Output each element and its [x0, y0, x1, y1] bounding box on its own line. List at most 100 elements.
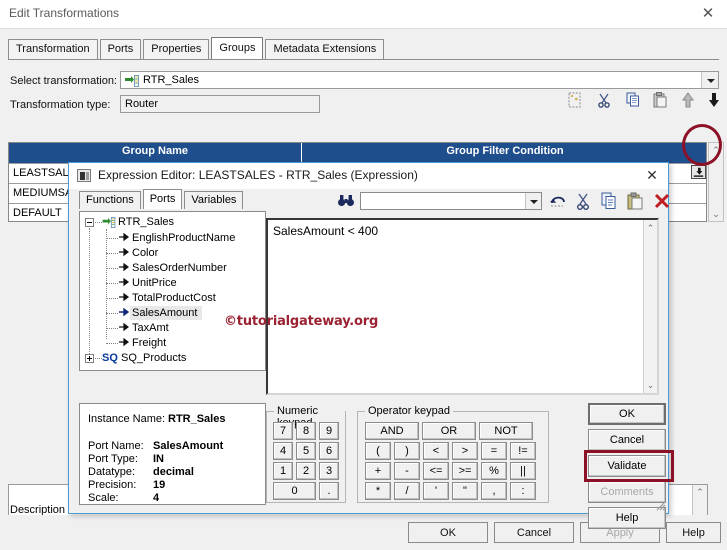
numkey-0[interactable]: 0 — [273, 482, 316, 500]
ports-tree[interactable]: RTR_Sales EnglishProductName Color Sales… — [79, 211, 266, 371]
instance-name-label: Instance Name: — [88, 413, 166, 425]
opkey-less-equal[interactable]: <= — [423, 462, 449, 480]
numkey-6[interactable]: 6 — [319, 442, 339, 460]
paste-icon[interactable] — [625, 191, 645, 211]
opkey-double-quote[interactable]: " — [452, 482, 478, 500]
chevron-down-icon[interactable] — [525, 193, 541, 209]
cut-icon[interactable] — [573, 191, 593, 211]
opkey-equals[interactable]: = — [481, 442, 507, 460]
precision-value: 19 — [153, 479, 166, 491]
tab-variables[interactable]: Variables — [184, 191, 244, 209]
open-expression-editor-icon — [693, 167, 704, 177]
new-icon[interactable] — [566, 91, 584, 109]
window-title: Edit Transformations — [9, 6, 120, 20]
tab-properties[interactable]: Properties — [143, 39, 210, 59]
opkey-not[interactable]: NOT — [479, 422, 533, 440]
tab-functions[interactable]: Functions — [79, 191, 141, 209]
chevron-down-icon[interactable] — [701, 72, 718, 88]
datatype-label: Datatype: — [88, 466, 136, 478]
datatype-value: decimal — [153, 466, 194, 478]
numkey-8[interactable]: 8 — [296, 422, 316, 440]
numkey-2[interactable]: 2 — [296, 462, 316, 480]
opkey-comma[interactable]: , — [481, 482, 507, 500]
expander-collapse-icon[interactable] — [85, 218, 94, 227]
port-type-value: IN — [153, 453, 164, 465]
scroll-up-icon[interactable]: ⌃ — [709, 143, 723, 157]
app-root: Edit Transformations ✕ Transformation Po… — [0, 0, 727, 550]
column-header-group-filter-condition: Group Filter Condition — [446, 145, 564, 157]
dialog-validate-button[interactable]: Validate — [588, 455, 666, 477]
tab-metadata-extensions[interactable]: Metadata Extensions — [265, 39, 385, 59]
copy-icon[interactable] — [624, 91, 642, 109]
transformation-type-field: Router — [120, 95, 320, 113]
numkey-dot[interactable]: . — [319, 482, 339, 500]
find-combo[interactable] — [360, 192, 542, 210]
grid-header: Group Name Group Filter Condition — [9, 143, 706, 163]
numkey-4[interactable]: 4 — [273, 442, 293, 460]
scroll-down-icon[interactable]: ⌄ — [644, 378, 657, 392]
filter-condition-dropdown-button[interactable] — [691, 165, 706, 179]
move-down-icon[interactable] — [705, 91, 723, 109]
opkey-percent[interactable]: % — [481, 462, 507, 480]
opkey-greater-equal[interactable]: >= — [452, 462, 478, 480]
help-button[interactable]: Help — [666, 522, 721, 543]
select-transformation-combo[interactable]: RTR_Sales — [120, 71, 719, 89]
tree-node-label: TaxAmt — [132, 322, 169, 334]
grid-vertical-scrollbar[interactable]: ⌃ ⌄ — [708, 142, 724, 222]
move-up-icon[interactable] — [679, 91, 697, 109]
opkey-not-equals[interactable]: != — [510, 442, 536, 460]
delete-icon[interactable] — [652, 191, 672, 211]
tab-groups[interactable]: Groups — [211, 37, 264, 59]
window-titlebar: Edit Transformations ✕ — [0, 0, 727, 28]
opkey-colon[interactable]: : — [510, 482, 536, 500]
find-binoculars-icon[interactable] — [337, 193, 355, 209]
opkey-greater-than[interactable]: > — [452, 442, 478, 460]
scroll-up-icon[interactable]: ⌃ — [644, 221, 657, 235]
opkey-open-paren[interactable]: ( — [365, 442, 391, 460]
resize-grip-icon[interactable] — [654, 499, 666, 511]
cancel-button[interactable]: Cancel — [494, 522, 574, 543]
ok-button[interactable]: OK — [408, 522, 488, 543]
numkey-9[interactable]: 9 — [319, 422, 339, 440]
select-transformation-value: RTR_Sales — [143, 74, 200, 86]
cut-icon[interactable] — [595, 91, 613, 109]
numkey-1[interactable]: 1 — [273, 462, 293, 480]
opkey-and[interactable]: AND — [365, 422, 419, 440]
copy-icon[interactable] — [599, 191, 619, 211]
tab-transformation[interactable]: Transformation — [8, 39, 98, 59]
close-icon[interactable]: ✕ — [697, 4, 719, 24]
opkey-less-than[interactable]: < — [423, 442, 449, 460]
numkey-5[interactable]: 5 — [296, 442, 316, 460]
undo-icon[interactable] — [548, 191, 568, 211]
dialog-ok-button[interactable]: OK — [588, 403, 666, 425]
opkey-asterisk[interactable]: * — [365, 482, 391, 500]
opkey-or[interactable]: OR — [422, 422, 476, 440]
opkey-close-paren[interactable]: ) — [394, 442, 420, 460]
opkey-single-quote[interactable]: ' — [423, 482, 449, 500]
opkey-slash[interactable]: / — [394, 482, 420, 500]
expander-expand-icon[interactable] — [85, 354, 94, 363]
port-arrow-icon — [119, 263, 129, 272]
dialog-titlebar: Expression Editor: LEASTSALES - RTR_Sale… — [69, 163, 668, 189]
scroll-up-icon[interactable]: ⌃ — [693, 485, 707, 499]
scroll-down-icon[interactable]: ⌄ — [709, 207, 723, 221]
opkey-plus[interactable]: + — [365, 462, 391, 480]
paste-icon[interactable] — [651, 91, 669, 109]
find-input[interactable] — [363, 194, 523, 208]
port-arrow-icon — [119, 338, 129, 347]
opkey-minus[interactable]: - — [394, 462, 420, 480]
port-arrow-icon — [119, 233, 129, 242]
transformation-type-label: Transformation type: — [10, 99, 111, 111]
close-icon[interactable]: ✕ — [642, 166, 662, 184]
formula-scrollbar[interactable]: ⌃ ⌄ — [643, 220, 657, 393]
operator-keypad-group: Operator keypad AND OR NOT ( ) < > = != … — [357, 405, 549, 503]
formula-value: SalesAmount < 400 — [273, 224, 379, 238]
numkey-7[interactable]: 7 — [273, 422, 293, 440]
formula-textarea[interactable]: SalesAmount < 400 ⌃ ⌄ — [266, 218, 659, 395]
opkey-concat[interactable]: || — [510, 462, 536, 480]
expression-editor-icon — [77, 169, 91, 182]
tab-ports[interactable]: Ports — [142, 189, 183, 209]
dialog-cancel-button[interactable]: Cancel — [588, 429, 666, 451]
tab-ports[interactable]: Ports — [99, 39, 142, 59]
numkey-3[interactable]: 3 — [319, 462, 339, 480]
